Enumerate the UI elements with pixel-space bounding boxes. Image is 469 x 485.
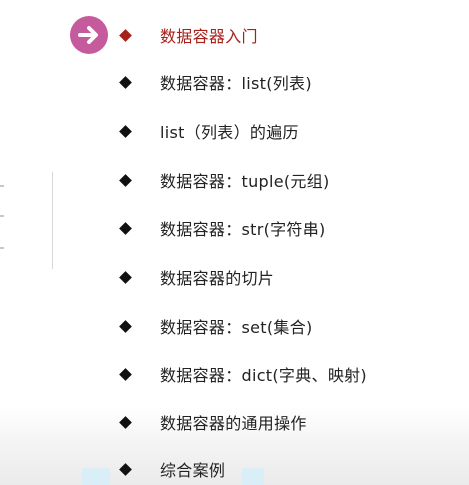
toc-item-label: 数据容器的切片 — [160, 269, 275, 288]
diamond-bullet-icon — [119, 221, 132, 235]
diamond-bullet-icon — [119, 319, 132, 333]
toc-item-label: 数据容器：dict(字典、映射) — [160, 366, 367, 385]
toc-item-list-traversal[interactable]: list（列表）的遍历 — [118, 119, 299, 143]
toc-item-str[interactable]: 数据容器：str(字符串) — [118, 216, 326, 240]
toc-item-label: 综合案例 — [160, 461, 226, 480]
diamond-bullet-icon — [119, 124, 132, 138]
toc-item-case-study[interactable]: 综合案例 — [118, 457, 225, 481]
toc-item-tuple[interactable]: 数据容器：tuple(元组) — [118, 168, 330, 192]
toc-item-label: 数据容器：tuple(元组) — [160, 172, 330, 191]
toc-item-data-container-intro[interactable]: 数据容器入门 — [118, 23, 258, 47]
toc-item-slicing[interactable]: 数据容器的切片 — [118, 265, 274, 289]
toc-item-common-operations[interactable]: 数据容器的通用操作 — [118, 410, 307, 434]
toc-item-dict[interactable]: 数据容器：dict(字典、映射) — [118, 362, 367, 386]
toc-item-label: 数据容器的通用操作 — [160, 414, 307, 433]
diamond-bullet-icon — [119, 75, 132, 89]
toc-item-label: 数据容器：list(列表) — [160, 74, 312, 93]
bottom-decoration-left — [82, 468, 110, 485]
bottom-decoration-right — [242, 468, 264, 485]
diamond-bullet-icon — [119, 28, 132, 42]
toc-item-label: 数据容器：str(字符串) — [160, 220, 326, 239]
diamond-bullet-icon — [119, 367, 132, 381]
toc-item-set[interactable]: 数据容器：set(集合) — [118, 314, 313, 338]
diamond-bullet-icon — [119, 462, 132, 476]
diamond-bullet-icon — [119, 415, 132, 429]
toc-item-label: list（列表）的遍历 — [160, 123, 299, 142]
toc-item-list[interactable]: 数据容器：list(列表) — [118, 70, 312, 94]
diamond-bullet-icon — [119, 270, 132, 284]
table-of-contents: 数据容器入门 数据容器：list(列表) list（列表）的遍历 数据容器：tu… — [0, 0, 469, 485]
toc-item-label: 数据容器：set(集合) — [160, 318, 313, 337]
diamond-bullet-icon — [119, 173, 132, 187]
toc-item-label: 数据容器入门 — [160, 27, 258, 46]
